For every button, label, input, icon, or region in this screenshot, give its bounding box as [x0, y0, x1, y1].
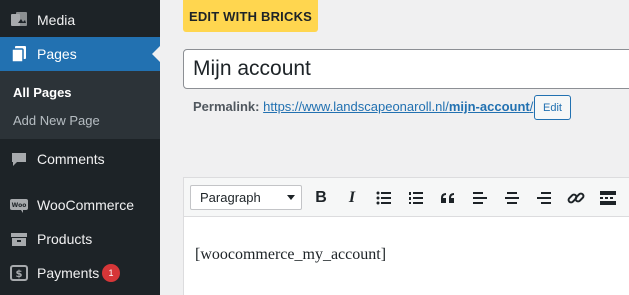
align-center-button[interactable] — [500, 186, 524, 210]
comments-icon — [9, 149, 29, 169]
edit-with-bricks-button[interactable]: EDIT WITH BRICKS — [183, 0, 318, 32]
bold-button[interactable]: B — [309, 186, 333, 210]
format-select-value: Paragraph — [200, 190, 261, 205]
bullet-list-icon — [376, 191, 391, 205]
sidebar-item-pages[interactable]: Pages — [0, 37, 160, 71]
payments-icon: $ — [9, 263, 29, 283]
pages-submenu: All Pages Add New Page — [0, 71, 160, 139]
read-more-button[interactable] — [596, 186, 620, 210]
link-button[interactable] — [564, 186, 588, 210]
blockquote-icon — [441, 193, 454, 203]
permalink-trailing: / — [529, 99, 534, 114]
blockquote-button[interactable] — [436, 186, 460, 210]
align-right-icon — [537, 192, 551, 204]
sidebar-item-label: Comments — [37, 151, 105, 167]
content-editor: Paragraph B I [woocommerce_my_account] — [183, 177, 629, 295]
products-icon — [9, 229, 29, 249]
read-more-icon — [600, 191, 616, 205]
sidebar-item-media[interactable]: Media — [0, 3, 160, 37]
italic-button[interactable]: I — [340, 186, 364, 210]
notification-badge: 1 — [102, 264, 120, 282]
numbered-list-icon — [409, 192, 423, 204]
sidebar-item-label: Pages — [37, 46, 77, 62]
post-title-input[interactable]: Mijn account — [183, 49, 629, 89]
woocommerce-icon: Woo — [9, 195, 29, 215]
italic-icon: I — [348, 189, 356, 206]
sidebar-item-comments[interactable]: Comments — [0, 142, 160, 176]
pages-icon — [9, 44, 29, 64]
align-center-icon — [505, 192, 519, 204]
align-left-button[interactable] — [468, 186, 492, 210]
sidebar-item-woocommerce[interactable]: Woo WooCommerce — [0, 188, 160, 222]
submenu-all-pages[interactable]: All Pages — [13, 85, 72, 100]
sidebar-item-products[interactable]: Products — [0, 222, 160, 256]
svg-text:$: $ — [16, 269, 23, 280]
numbered-list-button[interactable] — [404, 186, 428, 210]
permalink-link[interactable]: https://www.landscapeonaroll.nl/mijn-acc… — [263, 99, 533, 114]
permalink-slug: mijn-account — [448, 99, 530, 114]
editor-content[interactable]: [woocommerce_my_account] — [195, 246, 386, 264]
svg-text:Woo: Woo — [12, 202, 27, 209]
media-icon — [9, 10, 29, 30]
editor-toolbar: Paragraph B I — [184, 178, 629, 217]
submenu-add-new-page[interactable]: Add New Page — [13, 113, 100, 128]
permalink-label: Permalink: — [193, 99, 260, 114]
edit-permalink-button[interactable]: Edit — [534, 95, 571, 120]
permalink-base: https://www.landscapeonaroll.nl/ — [263, 99, 449, 114]
link-icon — [567, 192, 585, 204]
sidebar-item-label: WooCommerce — [37, 197, 134, 213]
bold-icon: B — [315, 189, 327, 206]
sidebar-item-payments[interactable]: $ Payments 1 — [0, 256, 160, 290]
sidebar-item-label: Payments — [37, 265, 100, 281]
permalink: Permalink: https://www.landscapeonaroll.… — [193, 99, 533, 114]
chevron-down-icon — [287, 195, 295, 200]
align-left-icon — [473, 192, 487, 204]
align-right-button[interactable] — [532, 186, 556, 210]
admin-sidebar: Media Pages All Pages Add New Page Comme… — [0, 0, 160, 295]
sidebar-item-label: Media — [37, 12, 76, 28]
bullet-list-button[interactable] — [372, 186, 396, 210]
sidebar-item-label: Products — [37, 231, 93, 247]
format-select[interactable]: Paragraph — [190, 185, 302, 210]
